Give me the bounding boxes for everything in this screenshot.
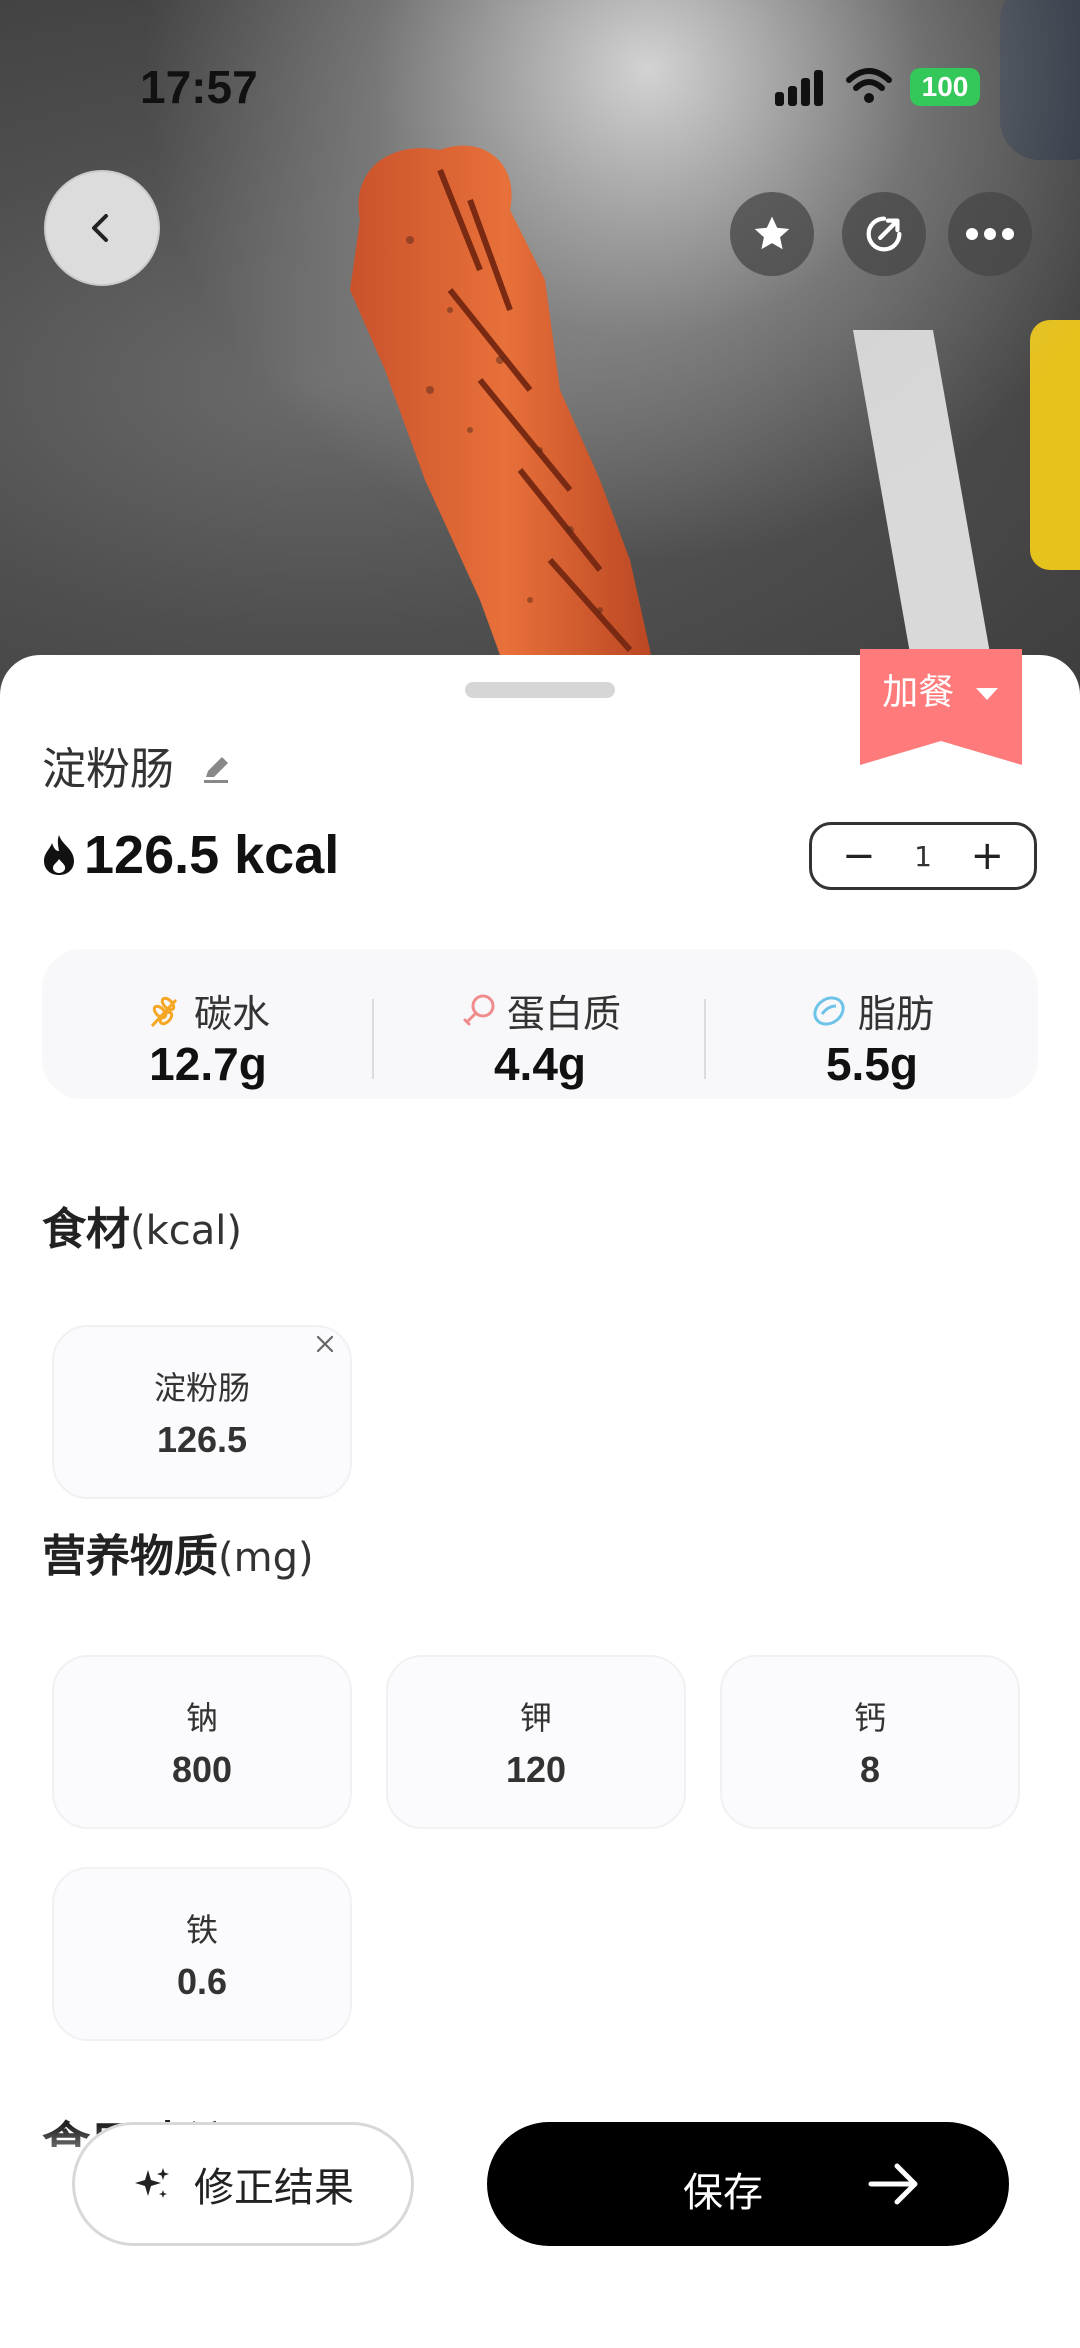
nutrient-value: 8 [859, 1749, 881, 1790]
more-options-button[interactable] [948, 192, 1032, 276]
macro-fat-label: 脂肪 [857, 992, 934, 1036]
macro-protein-label: 蛋白质 [506, 992, 621, 1036]
nutrients-title: 营养物质 [42, 1531, 218, 1582]
nutrient-name: 钾 [519, 1699, 552, 1737]
quantity-value[interactable]: 1 [914, 840, 932, 873]
oil-drop-icon [813, 995, 845, 1026]
calorie-summary: 126.5 kcal [40, 825, 339, 885]
close-icon[interactable] [310, 1329, 340, 1359]
status-time: 17:57 [140, 61, 258, 113]
nutrient-tile-iron: 铁 0.6 [52, 1867, 352, 2041]
flame-icon [44, 835, 74, 875]
macro-protein: 蛋白质 4.4g [374, 949, 706, 1099]
status-bar: 17:57 100 [0, 0, 1080, 160]
back-button[interactable] [44, 170, 160, 286]
macro-fat-value: 5.5g [825, 1038, 919, 1090]
ingredient-tile[interactable]: 淀粉肠 126.5 [52, 1325, 352, 1499]
sheet-drag-handle[interactable] [465, 682, 615, 698]
ingredients-unit: (kcal) [130, 1208, 242, 1254]
chevron-left-icon [92, 214, 108, 242]
meal-type-label: 加餐 [882, 672, 955, 713]
sausage-image [350, 145, 659, 700]
macro-carbs: 碳水 12.7g [42, 949, 374, 1099]
arrow-right-icon [868, 2163, 918, 2205]
drumstick-icon [463, 994, 495, 1025]
share-button[interactable] [842, 192, 926, 276]
nutrient-name: 钠 [185, 1699, 218, 1737]
edit-pencil-icon[interactable] [200, 753, 232, 785]
macro-fat: 脂肪 5.5g [706, 949, 1038, 1099]
nutrient-name: 钙 [853, 1699, 886, 1737]
nutrient-tile-potassium: 钾 120 [386, 1655, 686, 1829]
meal-type-dropdown[interactable]: 加餐 [860, 649, 1022, 765]
nutrients-unit: (mg) [218, 1535, 314, 1581]
share-icon [866, 216, 902, 252]
wifi-icon [846, 68, 892, 103]
macro-carbs-value: 12.7g [149, 1038, 267, 1090]
calorie-value: 126.5 kcal [84, 825, 340, 885]
macro-carbs-label: 碳水 [193, 992, 270, 1036]
battery-indicator: 100 [910, 68, 980, 106]
nutrient-tile-calcium: 钙 8 [720, 1655, 1020, 1829]
plus-icon[interactable]: + [970, 836, 1004, 876]
save-label: 保存 [683, 2170, 763, 2216]
nutrients-heading: 营养物质(mg) [42, 1520, 314, 1584]
quantity-stepper[interactable]: − 1 + [809, 822, 1037, 890]
ingredients-heading: 食材(kcal) [42, 1193, 242, 1257]
minus-icon[interactable]: − [842, 836, 876, 876]
fix-result-label: 修正结果 [194, 2165, 354, 2211]
food-name: 淀粉肠 [42, 744, 174, 795]
nutrient-tile-sodium: 钠 800 [52, 1655, 352, 1829]
macro-summary-card: 碳水 12.7g 蛋白质 4.4g 脂肪 5.5g [42, 949, 1038, 1099]
nutrient-name: 铁 [185, 1911, 218, 1949]
food-detail-sheet: 加餐 淀粉肠 126.5 kcal − 1 + 碳水 12.7g 蛋白质 4.4… [0, 649, 1080, 2348]
favorite-button[interactable] [730, 192, 814, 276]
sparkle-icon [135, 2168, 169, 2198]
nutrient-value: 0.6 [176, 1961, 228, 2002]
star-icon [754, 216, 790, 250]
ingredient-name: 淀粉肠 [153, 1369, 250, 1407]
cellular-signal-icon [775, 70, 827, 106]
caret-down-icon [975, 688, 998, 700]
ingredients-title: 食材 [42, 1204, 130, 1255]
nutrient-value: 800 [171, 1749, 233, 1790]
more-dots-icon [966, 228, 1014, 240]
fix-result-button[interactable]: 修正结果 [72, 2122, 414, 2246]
ingredient-kcal: 126.5 [156, 1419, 248, 1460]
wheat-icon [150, 996, 178, 1027]
save-button[interactable]: 保存 [487, 2122, 1009, 2246]
nutrient-value: 120 [505, 1749, 567, 1790]
macro-protein-value: 4.4g [493, 1038, 587, 1090]
